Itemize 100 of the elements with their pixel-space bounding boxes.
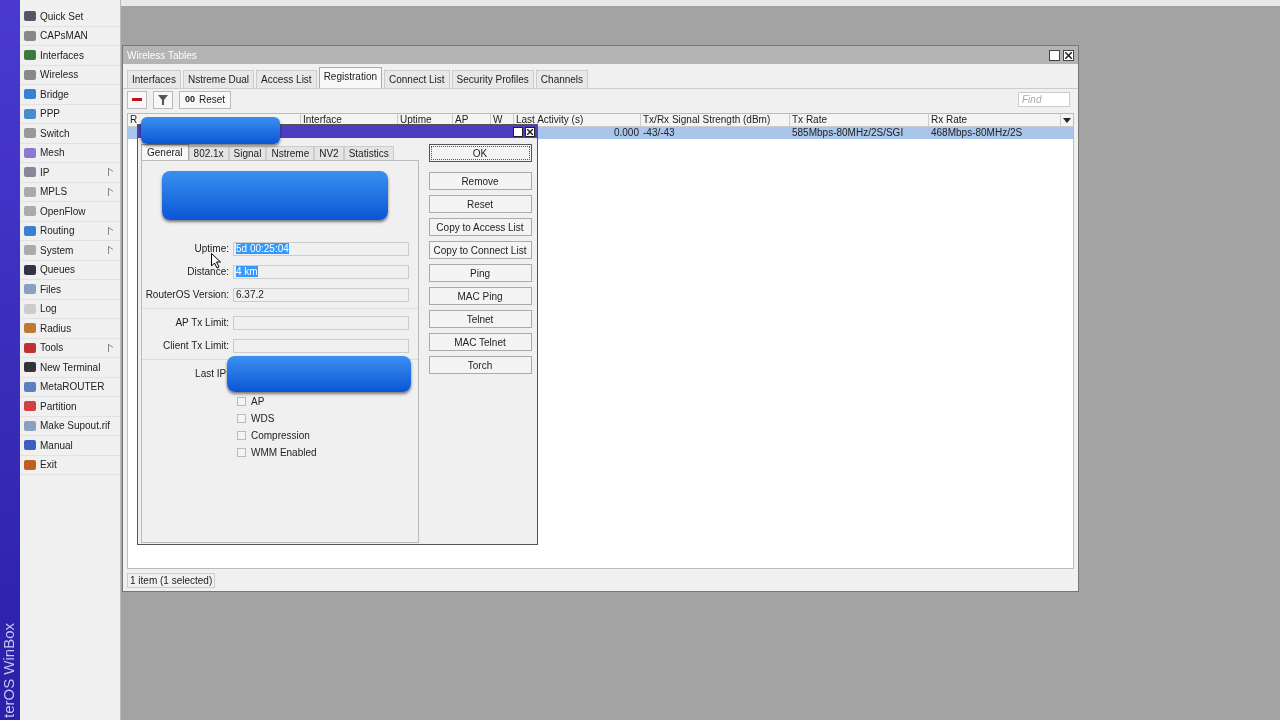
maximize-button[interactable] xyxy=(1049,49,1060,61)
checkbox[interactable] xyxy=(237,431,246,440)
dialog-button[interactable]: MAC Ping xyxy=(428,287,532,305)
menu-item-icon xyxy=(24,147,36,158)
dialog-button[interactable]: Remove xyxy=(428,172,532,190)
menu-item[interactable]: Quick Set xyxy=(20,7,120,27)
menu-item[interactable]: IP xyxy=(20,163,120,183)
menu-item[interactable]: Files xyxy=(20,280,120,300)
menu-item[interactable]: Manual xyxy=(20,436,120,456)
tab[interactable]: Nstreme xyxy=(266,146,315,160)
menu-item[interactable]: Queues xyxy=(20,260,120,280)
table-cell-text: 585Mbps-80MHz/2S/SGI xyxy=(791,127,905,139)
menu-item[interactable]: Log xyxy=(20,299,120,319)
dialog-button[interactable]: Ping xyxy=(428,264,532,282)
menu-item[interactable]: Wireless xyxy=(20,65,120,85)
tab[interactable]: Statistics xyxy=(343,146,394,160)
column-header[interactable]: Rx Rate xyxy=(929,114,1061,126)
field-label: Uptime: xyxy=(193,242,230,256)
menu-item-icon xyxy=(24,128,36,139)
dialog-button[interactable]: MAC Telnet xyxy=(428,333,532,351)
remove-button[interactable] xyxy=(127,90,147,109)
column-header[interactable]: Tx Rate xyxy=(790,114,929,126)
menu-item-icon xyxy=(24,459,36,470)
maximize-button[interactable] xyxy=(513,126,523,137)
menu-item-icon xyxy=(24,225,36,236)
table-cell-text: 468Mbps-80MHz/2S xyxy=(930,127,1024,139)
minus-icon xyxy=(132,98,142,101)
field-label: Client Tx Limit: xyxy=(162,339,230,353)
menu-item-icon xyxy=(24,108,36,119)
checkbox-label: Compression xyxy=(251,429,310,443)
menu-item[interactable]: Make Supout.rif xyxy=(20,416,120,436)
tab[interactable]: Security Profiles xyxy=(451,70,534,88)
menu-item-icon xyxy=(24,420,36,431)
menu-item[interactable]: System xyxy=(20,241,120,261)
submenu-arrow-icon xyxy=(108,226,114,235)
menu-item[interactable]: Exit xyxy=(20,455,120,475)
input-field[interactable] xyxy=(233,315,409,330)
menu-item[interactable]: Bridge xyxy=(20,85,120,105)
tab[interactable]: Registration xyxy=(318,67,382,88)
menu-item[interactable]: CAPsMAN xyxy=(20,26,120,46)
menu-item[interactable]: Switch xyxy=(20,124,120,144)
menu-item[interactable]: PPP xyxy=(20,104,120,124)
dialog-button[interactable]: Reset xyxy=(428,195,532,213)
menu-item-icon xyxy=(24,381,36,392)
tab[interactable]: NV2 xyxy=(314,146,344,160)
dropdown-arrow-icon xyxy=(1063,117,1071,123)
menu-item[interactable]: Interfaces xyxy=(20,46,120,66)
table-cell-text: -43/-43 xyxy=(642,127,676,139)
column-header[interactable]: Tx/Rx Signal Strength (dBm) xyxy=(641,114,790,126)
filter-button[interactable] xyxy=(153,90,173,109)
menu-item-icon xyxy=(24,206,36,217)
menu-item[interactable]: Tools xyxy=(20,338,120,358)
close-button[interactable] xyxy=(525,126,535,137)
menu-item-icon xyxy=(24,89,36,100)
tab[interactable]: Interfaces xyxy=(127,70,181,88)
menu-item-icon xyxy=(24,440,36,451)
filter-icon xyxy=(158,94,168,105)
input-field[interactable] xyxy=(233,338,409,353)
submenu-arrow-icon xyxy=(108,246,114,255)
menu-item[interactable]: Mesh xyxy=(20,143,120,163)
menu-item-icon xyxy=(24,11,36,22)
tab[interactable]: 802.1x xyxy=(188,146,229,160)
reset-button[interactable]: 00 Reset xyxy=(179,90,232,109)
close-icon xyxy=(1065,51,1072,59)
close-icon xyxy=(527,128,533,135)
menu-item-icon xyxy=(24,69,36,80)
submenu-arrow-icon xyxy=(108,168,114,177)
status-text: 1 item (1 selected) xyxy=(127,572,216,588)
menu-item-icon xyxy=(24,264,36,275)
tab[interactable]: General xyxy=(141,144,189,160)
checkbox[interactable] xyxy=(237,414,246,423)
checkbox[interactable] xyxy=(237,397,246,406)
menu-item-icon xyxy=(24,30,36,41)
menu-item-icon xyxy=(24,323,36,334)
mouse-cursor-icon xyxy=(211,253,221,269)
close-button[interactable] xyxy=(1063,49,1074,61)
menu-item-icon xyxy=(24,245,36,256)
checkbox[interactable] xyxy=(237,448,246,457)
menu-item[interactable]: MPLS xyxy=(20,182,120,202)
menu-item[interactable]: Radius xyxy=(20,319,120,339)
menu-item[interactable]: MetaROUTER xyxy=(20,377,120,397)
tab[interactable]: Access List xyxy=(256,70,317,88)
menu-item[interactable]: OpenFlow xyxy=(20,202,120,222)
dialog-button[interactable]: Copy to Connect List xyxy=(428,241,532,259)
menu-item-icon xyxy=(24,342,36,353)
tab[interactable]: Channels xyxy=(535,70,589,88)
dialog-button[interactable]: OK xyxy=(428,144,532,162)
checkbox-label: AP xyxy=(251,395,265,409)
tab[interactable]: Signal xyxy=(228,146,267,160)
menu-item[interactable]: Partition xyxy=(20,397,120,417)
menu-item-icon xyxy=(24,167,36,178)
dialog-button[interactable]: Copy to Access List xyxy=(428,218,532,236)
checkbox-label: WDS xyxy=(251,412,275,426)
tab[interactable]: Nstreme Dual xyxy=(182,70,255,88)
input-field[interactable]: 6.37.2 xyxy=(233,287,409,302)
dialog-button[interactable]: Telnet xyxy=(428,310,532,328)
menu-item[interactable]: New Terminal xyxy=(20,358,120,378)
menu-item[interactable]: Routing xyxy=(20,221,120,241)
tab[interactable]: Connect List xyxy=(384,70,450,88)
dialog-button[interactable]: Torch xyxy=(428,356,532,374)
